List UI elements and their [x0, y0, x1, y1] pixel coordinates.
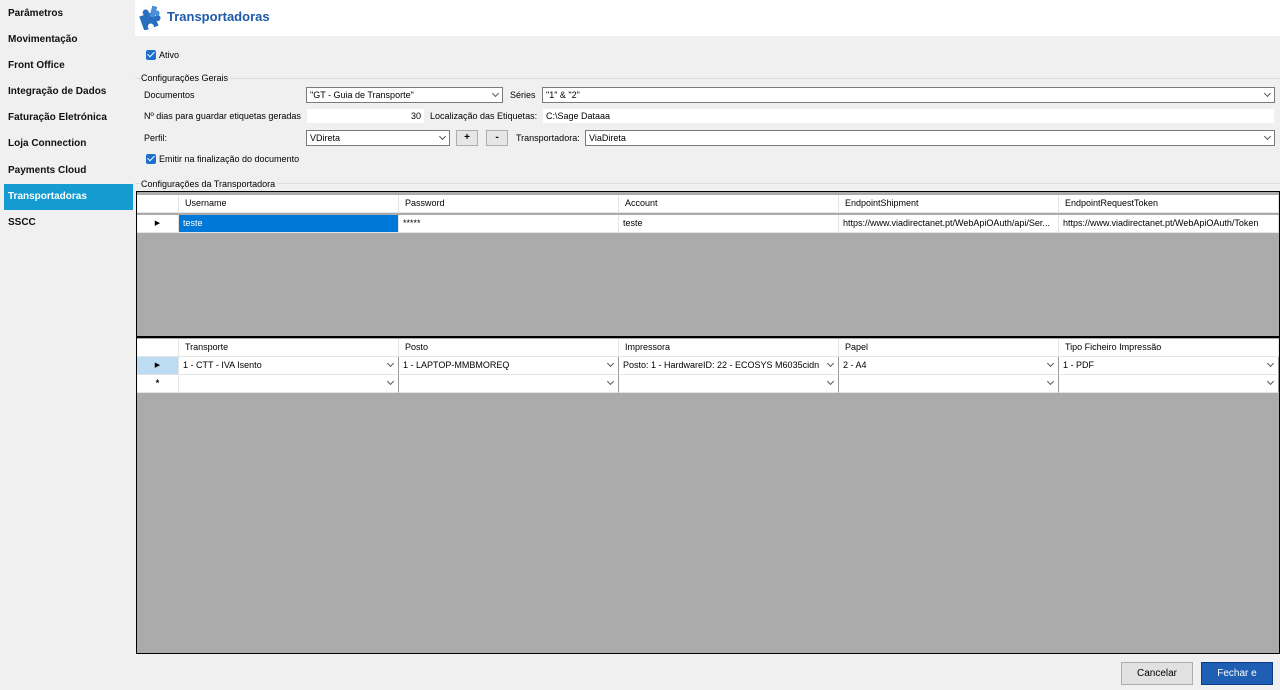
current-row-marker[interactable]: ▶	[137, 215, 179, 233]
page-header: Transportadoras	[135, 0, 1280, 36]
sidebar-item-transportadoras[interactable]: Transportadoras	[4, 184, 133, 210]
main-panel: Transportadoras Ativo Configurações Gera…	[135, 0, 1280, 690]
posto-select[interactable]: 1 - LAPTOP-MMBMOREQ	[399, 357, 619, 375]
column-header[interactable]: Posto	[399, 339, 619, 357]
transportadora-grid[interactable]: Username Password Account EndpointShipme…	[136, 191, 1280, 337]
series-label: Séries	[510, 90, 536, 100]
sidebar-item-loja-connection[interactable]: Loja Connection	[4, 131, 133, 157]
new-row[interactable]: *	[137, 375, 1279, 393]
grid-header: Transporte Posto Impressora Papel Tipo F…	[137, 339, 1279, 357]
column-header[interactable]: Password	[399, 195, 619, 213]
posto-select[interactable]	[399, 375, 619, 393]
dias-input[interactable]: 30	[306, 108, 425, 124]
dias-label: Nº dias para guardar etiquetas geradas	[144, 111, 301, 121]
documentos-label: Documentos	[144, 90, 195, 100]
config-gerais-title: Configurações Gerais	[141, 73, 231, 83]
save-close-button[interactable]: Fechar e gravar	[1201, 662, 1273, 690]
table-cell[interactable]: *****	[399, 215, 619, 233]
column-header[interactable]: Username	[179, 195, 399, 213]
table-row[interactable]: ▶ teste ***** teste https://www.viadirec…	[137, 215, 1279, 233]
sidebar-item-faturacao-eletronica[interactable]: Faturação Eletrónica	[4, 105, 133, 131]
puzzle-icon	[139, 5, 161, 30]
transporte-select[interactable]	[179, 375, 399, 393]
sidebar-item-movimentacao[interactable]: Movimentação	[4, 27, 133, 53]
sidebar-item-sscc[interactable]: SSCC	[4, 210, 133, 236]
column-header[interactable]: Tipo Ficheiro Impressão	[1059, 339, 1279, 357]
row-header-corner	[137, 339, 179, 357]
transportadora-select[interactable]: ViaDireta	[585, 130, 1275, 146]
impressao-grid[interactable]: Transporte Posto Impressora Papel Tipo F…	[136, 337, 1280, 654]
papel-select[interactable]: 2 - A4	[839, 357, 1059, 375]
ativo-label: Ativo	[159, 50, 180, 60]
cancel-button[interactable]: Cancelar	[1121, 662, 1193, 685]
grid-header: Username Password Account EndpointShipme…	[137, 195, 1279, 213]
column-header[interactable]: Transporte	[179, 339, 399, 357]
tipo-ficheiro-select[interactable]	[1059, 375, 1279, 393]
emitir-label: Emitir na finalização do documento	[159, 154, 300, 164]
sidebar-item-payments-cloud[interactable]: Payments Cloud	[4, 158, 133, 184]
new-row-marker[interactable]: *	[137, 375, 179, 393]
add-perfil-button[interactable]: +	[456, 130, 478, 146]
remove-perfil-button[interactable]: -	[486, 130, 508, 146]
localizacao-input[interactable]: C:\Sage Dataaa	[542, 108, 1275, 124]
config-transportadora-title: Configurações da Transportadora	[141, 179, 278, 189]
sidebar-item-integracao-dados[interactable]: Integração de Dados	[4, 79, 133, 105]
impressora-select[interactable]	[619, 375, 839, 393]
table-cell[interactable]: https://www.viadirectanet.pt/WebApiOAuth…	[1059, 215, 1279, 233]
transporte-select[interactable]: 1 - CTT - IVA Isento	[179, 357, 399, 375]
column-header[interactable]: EndpointRequestToken	[1059, 195, 1279, 213]
transportadora-label: Transportadora:	[516, 133, 580, 143]
documentos-select[interactable]: "GT - Guia de Transporte"	[306, 87, 503, 103]
group-divider	[135, 78, 1280, 79]
sidebar-item-front-office[interactable]: Front Office	[4, 53, 133, 79]
perfil-label: Perfil:	[144, 133, 168, 143]
column-header[interactable]: EndpointShipment	[839, 195, 1059, 213]
page-title: Transportadoras	[167, 9, 270, 24]
column-header[interactable]: Account	[619, 195, 839, 213]
group-divider	[135, 183, 1280, 184]
column-header[interactable]: Impressora	[619, 339, 839, 357]
tipo-ficheiro-select[interactable]: 1 - PDF	[1059, 357, 1279, 375]
papel-select[interactable]	[839, 375, 1059, 393]
series-select[interactable]: "1" & "2"	[542, 87, 1275, 103]
table-row[interactable]: ▶ 1 - CTT - IVA Isento 1 - LAPTOP-MMBMOR…	[137, 357, 1279, 375]
impressora-select[interactable]: Posto: 1 - HardwareID: 22 - ECOSYS M6035…	[619, 357, 839, 375]
table-cell[interactable]: https://www.viadirectanet.pt/WebApiOAuth…	[839, 215, 1059, 233]
sidebar-item-parametros[interactable]: Parâmetros	[4, 1, 133, 27]
emitir-checkbox[interactable]	[146, 154, 156, 164]
perfil-select[interactable]: VDireta	[306, 130, 450, 146]
current-row-marker[interactable]: ▶	[137, 357, 179, 375]
ativo-checkbox[interactable]	[146, 50, 156, 60]
localizacao-label: Localização das Etiquetas:	[430, 111, 538, 121]
table-cell[interactable]: teste	[619, 215, 839, 233]
row-header-corner	[137, 195, 179, 213]
sidebar: Parâmetros Movimentação Front Office Int…	[0, 0, 135, 690]
table-cell[interactable]: teste	[179, 215, 399, 233]
column-header[interactable]: Papel	[839, 339, 1059, 357]
